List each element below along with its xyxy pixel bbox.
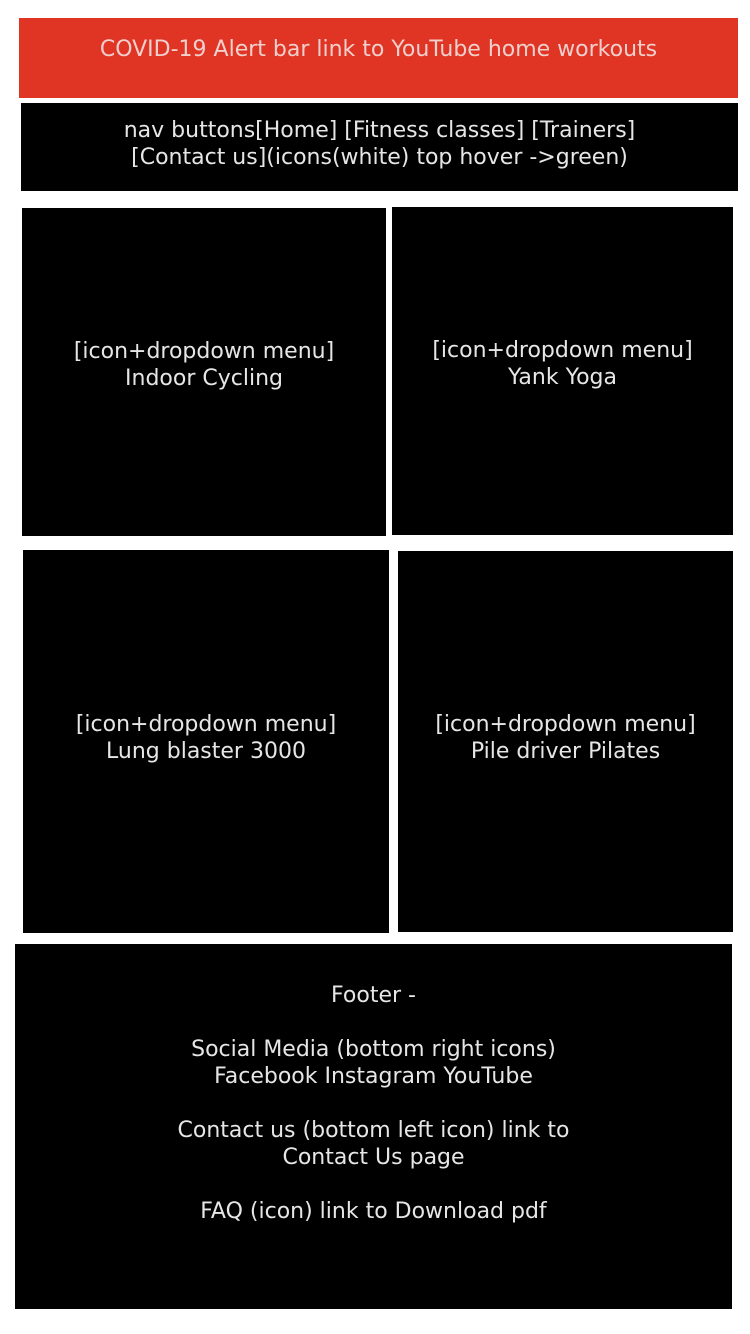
class-tile-lung-blaster[interactable]: [icon+dropdown menu] Lung blaster 3000 <box>23 550 389 933</box>
footer-faq-line: FAQ (icon) link to Download pdf <box>200 1199 547 1224</box>
footer-social-line-2: Facebook Instagram YouTube <box>214 1064 533 1089</box>
class-tile-yank-yoga[interactable]: [icon+dropdown menu] Yank Yoga <box>392 207 733 535</box>
tile-menu-label: [icon+dropdown menu] <box>75 711 337 737</box>
tile-text: [icon+dropdown menu] Indoor Cycling <box>74 338 334 392</box>
footer-contact-line-2: Contact Us page <box>282 1145 465 1170</box>
tile-text: [icon+dropdown menu] Lung blaster 3000 <box>76 711 336 765</box>
class-tile-pile-driver-pilates[interactable]: [icon+dropdown menu] Pile driver Pilates <box>398 551 733 932</box>
nav-description-line-2: [Contact us](icons(white) top hover ->gr… <box>131 145 628 170</box>
tile-text: [icon+dropdown menu] Yank Yoga <box>432 337 692 391</box>
nav-bar: nav buttons[Home] [Fitness classes] [Tra… <box>21 103 738 191</box>
tile-menu-label: [icon+dropdown menu] <box>435 711 696 737</box>
nav-description-line-1: nav buttons[Home] [Fitness classes] [Tra… <box>123 118 636 143</box>
class-tile-indoor-cycling[interactable]: [icon+dropdown menu] Indoor Cycling <box>22 208 386 536</box>
tile-text: [icon+dropdown menu] Pile driver Pilates <box>435 711 695 765</box>
tile-menu-label: [icon+dropdown menu] <box>73 339 335 364</box>
footer-social-line-1: Social Media (bottom right icons) <box>191 1037 556 1062</box>
footer: Footer - Social Media (bottom right icon… <box>15 944 732 1309</box>
tile-menu-label: [icon+dropdown menu] <box>432 338 693 363</box>
tile-class-name: Indoor Cycling <box>125 366 283 391</box>
tile-class-name: Yank Yoga <box>508 365 617 390</box>
tile-class-name: Pile driver Pilates <box>470 738 661 764</box>
alert-bar-text: COVID-19 Alert bar link to YouTube home … <box>99 37 658 62</box>
footer-contact-line-1: Contact us (bottom left icon) link to <box>177 1118 570 1143</box>
tile-class-name: Lung blaster 3000 <box>106 738 306 764</box>
covid-alert-bar[interactable]: COVID-19 Alert bar link to YouTube home … <box>19 18 738 98</box>
footer-title: Footer - <box>331 983 416 1008</box>
